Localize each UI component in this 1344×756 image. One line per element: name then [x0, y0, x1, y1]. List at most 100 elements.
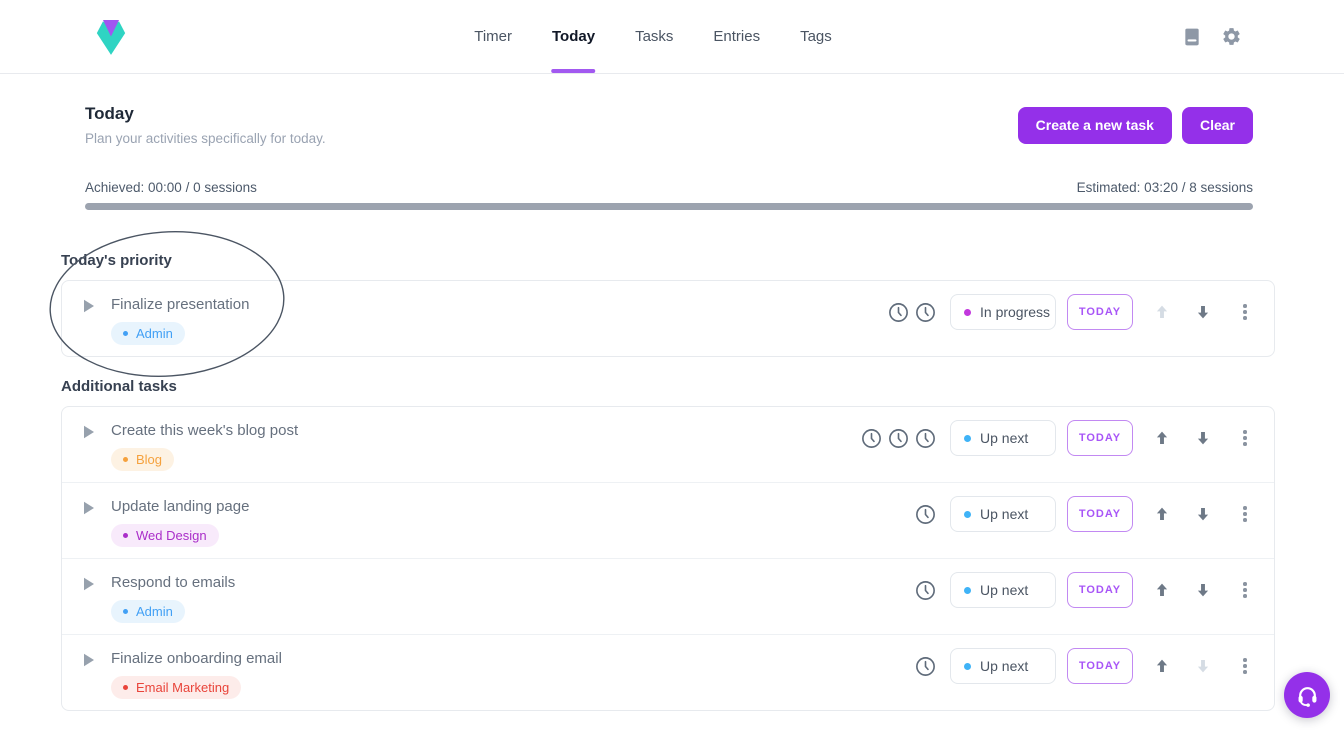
status-badge[interactable]: Up next [950, 496, 1056, 532]
play-icon [83, 299, 95, 313]
status-dot [964, 663, 971, 670]
section-title: Additional tasks [61, 378, 1275, 395]
play-button[interactable] [83, 420, 95, 442]
move-up-button[interactable] [1152, 648, 1172, 684]
arrow-down-icon [1194, 429, 1212, 447]
play-button[interactable] [83, 648, 95, 670]
book-icon [1182, 27, 1202, 47]
task-menu-button[interactable] [1235, 294, 1255, 330]
tag-dot [123, 533, 128, 538]
status-badge[interactable]: Up next [950, 420, 1056, 456]
gear-icon [1221, 26, 1242, 47]
today-button[interactable]: TODAY [1067, 294, 1133, 330]
move-down-button[interactable] [1193, 420, 1213, 456]
arrow-down-icon [1194, 505, 1212, 523]
task-main: Finalize presentation Admin [111, 294, 249, 345]
task-tag: Admin [111, 322, 185, 345]
tag-label: Admin [136, 326, 173, 341]
task-menu-button[interactable] [1235, 496, 1255, 532]
today-button[interactable]: TODAY [1067, 572, 1133, 608]
play-button[interactable] [83, 496, 95, 518]
status-dot [964, 511, 971, 518]
today-button[interactable]: TODAY [1067, 648, 1133, 684]
app-logo[interactable] [94, 16, 128, 61]
tab-entries[interactable]: Entries [713, 0, 760, 73]
status-badge[interactable]: In progress [950, 294, 1056, 330]
task-tag: Wed Design [111, 524, 219, 547]
page-subtitle: Plan your activities specifically for to… [85, 131, 326, 146]
book-button[interactable] [1180, 25, 1204, 49]
arrow-up-icon [1153, 657, 1171, 675]
settings-button[interactable] [1219, 24, 1244, 49]
status-label: Up next [980, 430, 1028, 446]
sessions-progress-bar [85, 203, 1253, 210]
task-main: Create this week's blog post Blog [111, 420, 298, 471]
clock-icon [887, 427, 910, 450]
play-icon [83, 501, 95, 515]
tab-today[interactable]: Today [552, 0, 595, 73]
arrow-up-icon [1153, 505, 1171, 523]
task-tag: Admin [111, 600, 185, 623]
status-label: In progress [980, 304, 1050, 320]
task-row-left: Create this week's blog post Blog [83, 420, 298, 471]
play-button[interactable] [83, 294, 95, 316]
clock-icon [887, 301, 910, 324]
move-down-button[interactable] [1193, 496, 1213, 532]
task-row: Update landing pageWed Design Up next TODA… [62, 482, 1274, 558]
play-button[interactable] [83, 572, 95, 594]
move-up-button[interactable] [1152, 496, 1172, 532]
status-badge[interactable]: Up next [950, 648, 1056, 684]
arrow-up-icon [1153, 429, 1171, 447]
clear-button[interactable]: Clear [1182, 107, 1253, 144]
task-row-left: Update landing pageWed Design [83, 496, 249, 547]
task-row-controls: Up next TODAY [860, 420, 1258, 471]
move-down-button[interactable] [1193, 572, 1213, 608]
task-title: Finalize presentation [111, 294, 249, 315]
move-up-button[interactable] [1152, 572, 1172, 608]
tab-timer[interactable]: Timer [474, 0, 512, 73]
task-menu-button[interactable] [1235, 648, 1255, 684]
task-row-controls: Up next TODAY [914, 496, 1258, 547]
task-main: Respond to emails Admin [111, 572, 235, 623]
task-menu-button[interactable] [1235, 420, 1255, 456]
arrow-down-icon [1194, 657, 1212, 675]
tag-label: Email Marketing [136, 680, 229, 695]
task-row-left: Respond to emails Admin [83, 572, 235, 623]
session-clocks [914, 496, 937, 532]
session-clocks [914, 572, 937, 608]
clock-icon [860, 427, 883, 450]
task-title: Finalize onboarding email [111, 648, 282, 669]
today-button[interactable]: TODAY [1067, 420, 1133, 456]
task-row-controls: In progress TODAY [887, 294, 1258, 345]
support-chat-button[interactable] [1284, 672, 1330, 718]
move-up-button[interactable] [1152, 294, 1172, 330]
task-tag: Email Marketing [111, 676, 241, 699]
achieved-label: Achieved: 00:00 / 0 sessions [85, 180, 257, 195]
create-task-button[interactable]: Create a new task [1018, 107, 1172, 144]
logo-icon [94, 16, 128, 56]
move-down-button[interactable] [1193, 294, 1213, 330]
task-row-left: Finalize presentation Admin [83, 294, 249, 345]
task-row-controls: Up next TODAY [914, 572, 1258, 623]
task-row: Finalize presentation Admin In progress TOD… [62, 281, 1274, 356]
page-header: Today Plan your activities specifically … [61, 104, 1275, 146]
task-tag: Blog [111, 448, 174, 471]
today-button[interactable]: TODAY [1067, 496, 1133, 532]
status-badge[interactable]: Up next [950, 572, 1056, 608]
task-row-left: Finalize onboarding email Email Marketing [83, 648, 282, 699]
tag-label: Blog [136, 452, 162, 467]
task-title: Respond to emails [111, 572, 235, 593]
task-title: Create this week's blog post [111, 420, 298, 441]
tab-tasks[interactable]: Tasks [635, 0, 673, 73]
move-down-button[interactable] [1193, 648, 1213, 684]
clock-icon [914, 503, 937, 526]
session-clocks [860, 420, 937, 456]
tab-tags[interactable]: Tags [800, 0, 832, 73]
task-row-controls: Up next TODAY [914, 648, 1258, 699]
clock-icon [914, 301, 937, 324]
main-content: Today Plan your activities specifically … [61, 104, 1275, 711]
task-menu-button[interactable] [1235, 572, 1255, 608]
move-up-button[interactable] [1152, 420, 1172, 456]
arrow-down-icon [1194, 581, 1212, 599]
clock-icon [914, 579, 937, 602]
